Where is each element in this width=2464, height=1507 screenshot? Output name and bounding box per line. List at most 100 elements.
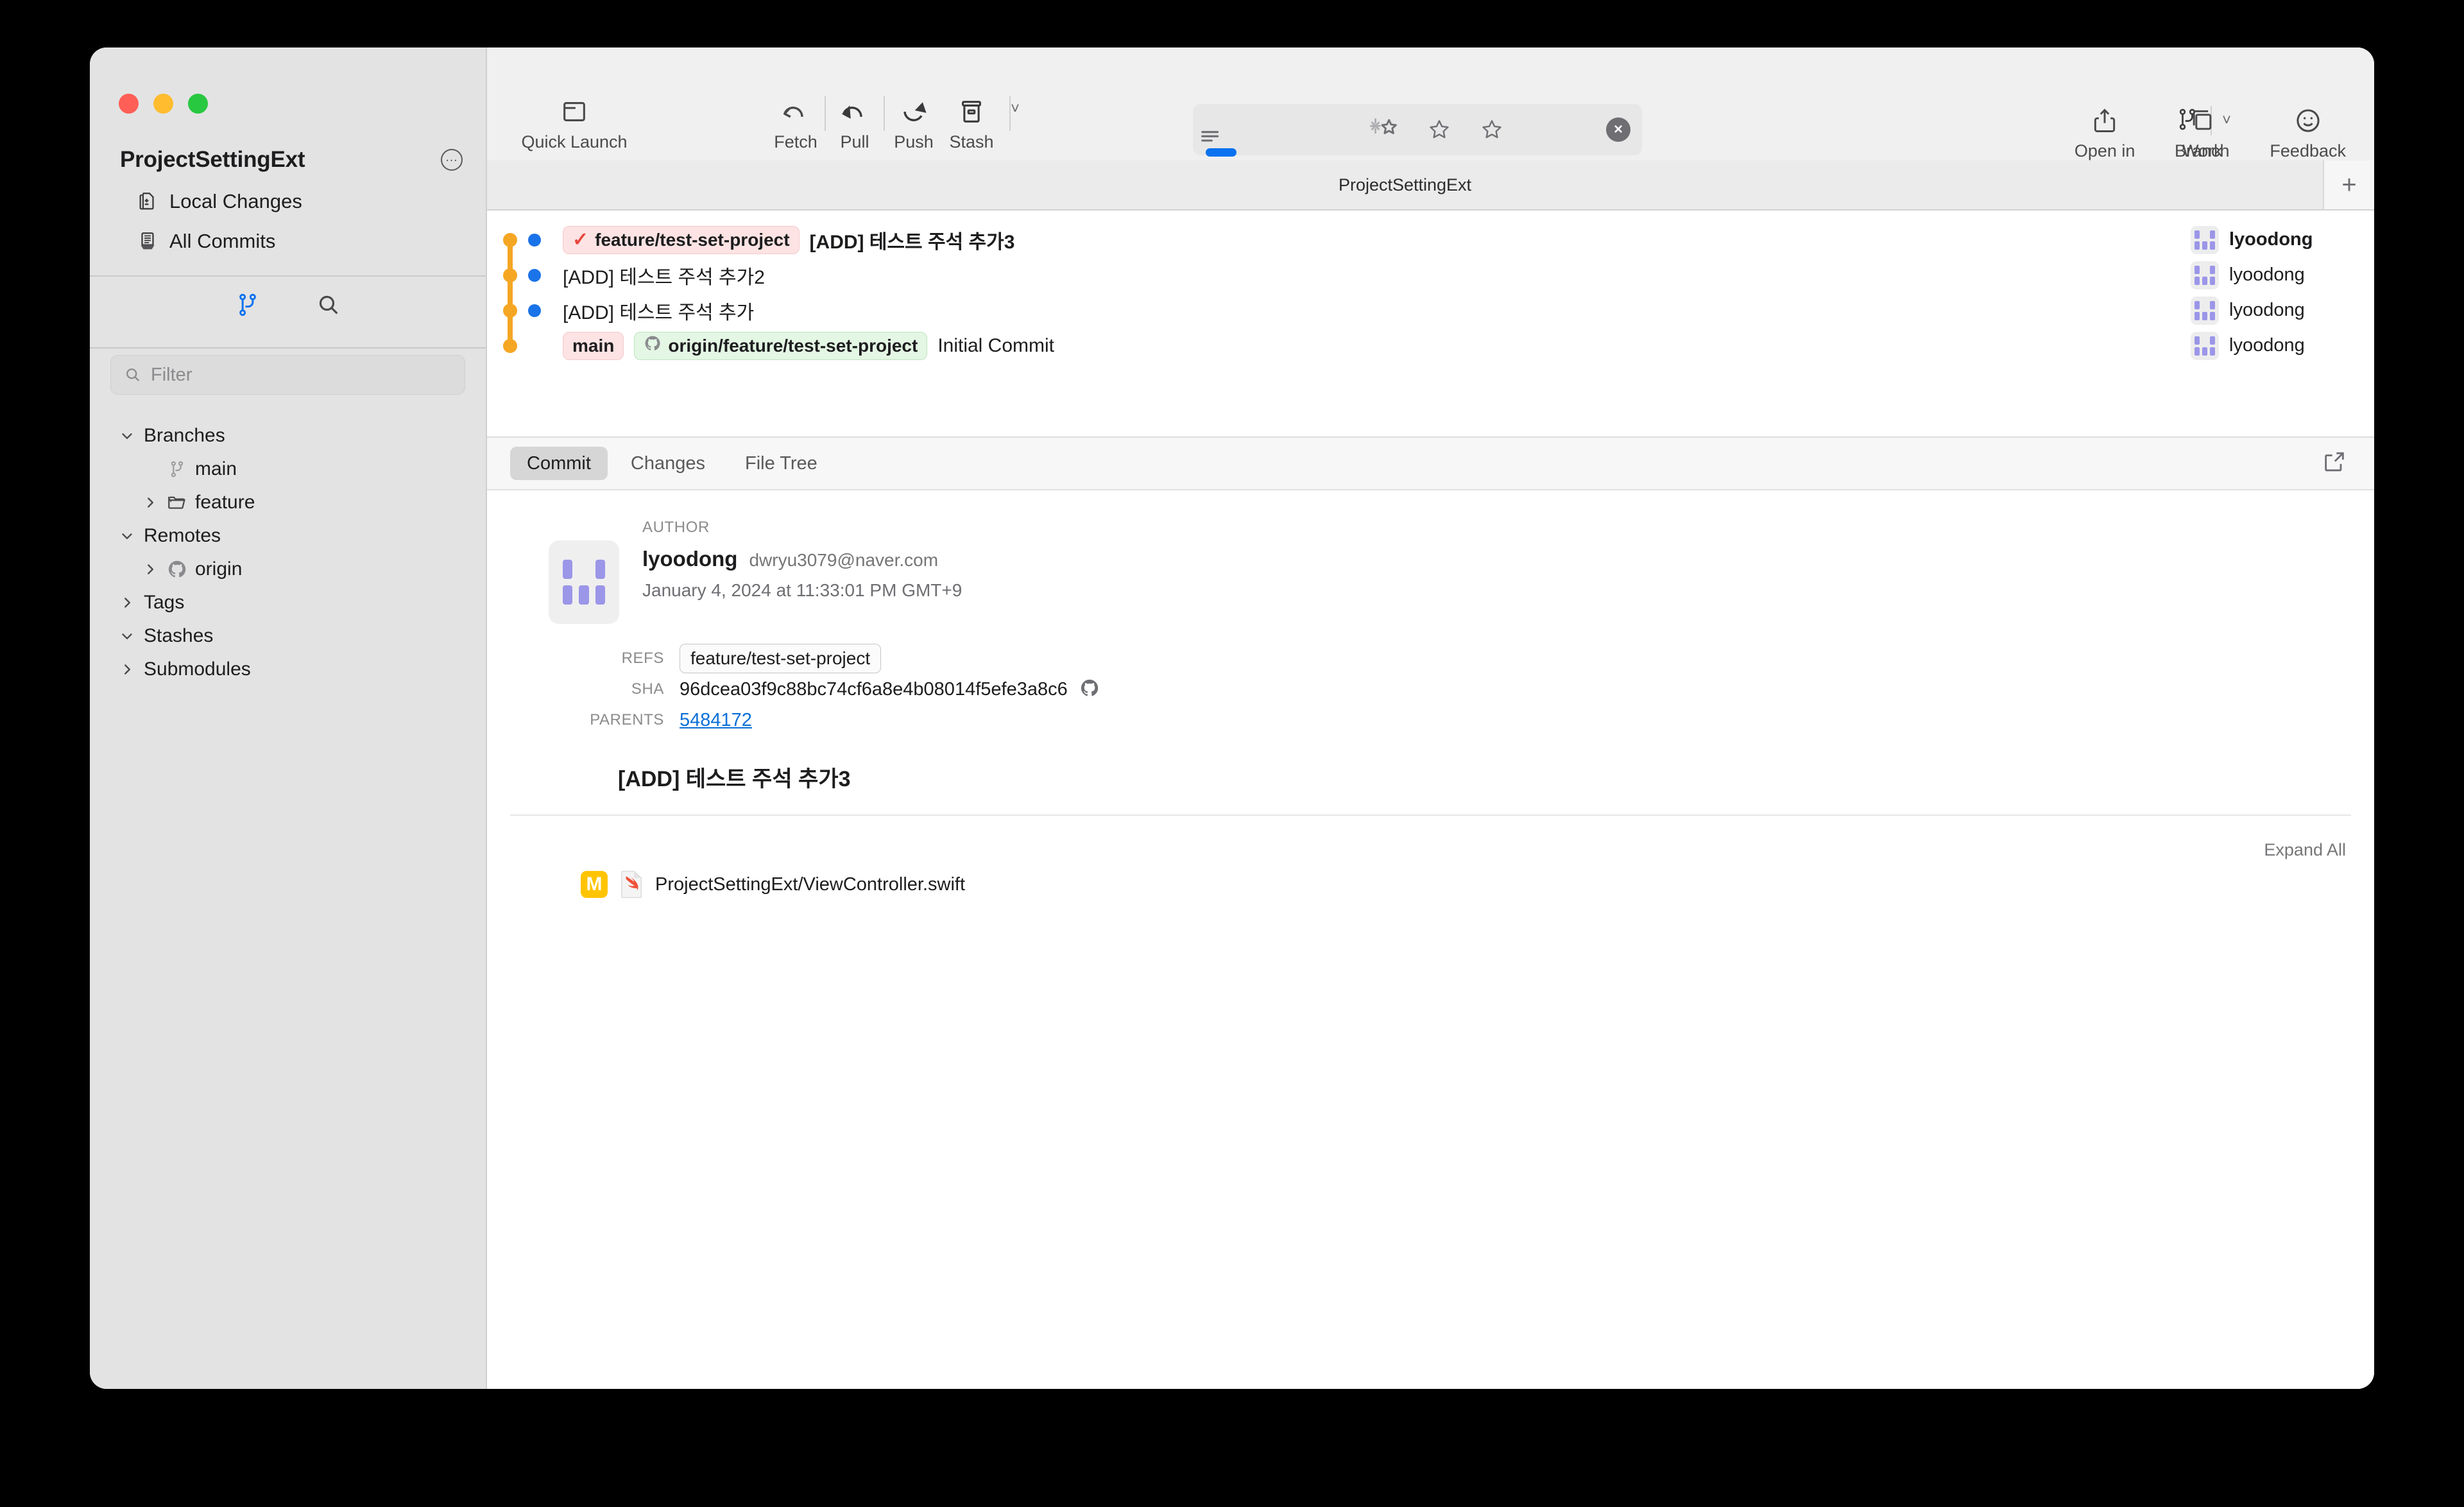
ref-badge[interactable]: ✓ feature/test-set-project <box>563 225 800 254</box>
filter-placeholder: Filter <box>151 364 193 385</box>
swift-file-icon <box>619 870 644 899</box>
expand-all-button[interactable]: Expand All <box>2264 840 2346 860</box>
close-button[interactable] <box>119 94 139 114</box>
tab-file-tree[interactable]: File Tree <box>728 447 834 480</box>
push-arrow-icon <box>897 95 930 128</box>
commit-meta: REFS feature/test-set-project SHA 96dcea… <box>487 643 2374 736</box>
tree-item-submodules[interactable]: Submodules <box>90 653 486 686</box>
ref-chip[interactable]: feature/test-set-project <box>680 644 882 673</box>
parent-link[interactable]: 5484172 <box>680 710 752 731</box>
chevron-right-icon[interactable] <box>137 561 163 578</box>
avatar <box>2191 225 2219 254</box>
minimize-button[interactable] <box>153 94 173 114</box>
detail-tab-bar: Commit Changes File Tree <box>487 436 2374 490</box>
tab-project[interactable]: ProjectSettingExt <box>487 160 2324 209</box>
search-mode-button[interactable] <box>313 289 344 320</box>
chevron-down-icon[interactable] <box>114 628 140 644</box>
file-row[interactable]: M ProjectSettingExt/ViewController.swift <box>487 840 2374 899</box>
tree-item-feature[interactable]: feature <box>90 486 486 519</box>
open-external-icon[interactable] <box>2322 449 2347 478</box>
filter-input[interactable]: Filter <box>110 355 465 395</box>
tree-item-tags[interactable]: Tags <box>90 586 486 619</box>
commit-graph-list: ✓ feature/test-set-project [ADD] 테스트 주석 추가… <box>487 211 2374 436</box>
commit-message-cell: [ADD] 테스트 주석 추가 <box>563 302 755 323</box>
avatar <box>2191 296 2219 325</box>
chevron-down-icon[interactable] <box>114 427 140 444</box>
tab-changes[interactable]: Changes <box>614 447 722 480</box>
fetch-arrow-icon <box>779 95 812 128</box>
github-icon[interactable] <box>1079 678 1100 702</box>
add-tab-button[interactable]: + <box>2324 160 2374 209</box>
fetch-button[interactable]: Fetch <box>767 95 825 152</box>
sidebar-nav: Local Changes All Commits <box>90 173 486 261</box>
commit-message-cell: Initial Commit <box>937 334 1055 356</box>
commit-message-cell: [ADD] 테스트 주석 추가2 <box>563 266 765 288</box>
file-list-header: Expand All M ProjectSettingExt/ViewContr… <box>487 840 2374 899</box>
quick-launch-button[interactable]: Quick Launch <box>510 95 638 152</box>
push-button[interactable]: Push <box>885 95 943 152</box>
window-controls <box>90 47 486 114</box>
branch-mode-button[interactable] <box>232 289 263 320</box>
toolbar-left-group: Quick Launch Fetch Pull Push Stash ˅ <box>487 95 1020 152</box>
graph-node <box>503 232 517 247</box>
git-branch-icon <box>163 458 191 480</box>
chevron-down-icon[interactable] <box>114 528 140 544</box>
check-icon: ✓ <box>572 229 589 250</box>
github-icon <box>163 559 191 580</box>
tree-item-remotes[interactable]: Remotes <box>90 519 486 553</box>
fetch-label: Fetch <box>774 132 817 151</box>
tree-item-main[interactable]: main <box>90 452 486 486</box>
author-caption: AUTHOR <box>642 519 710 536</box>
list-lines-icon <box>1201 129 1236 157</box>
tab-bar: ProjectSettingExt + <box>487 160 2374 211</box>
tree-item-stashes[interactable]: Stashes <box>90 619 486 653</box>
chevron-right-icon[interactable] <box>137 494 163 511</box>
feedback-label: Feedback <box>2270 141 2346 160</box>
commit-row[interactable]: main origin/feature/test-set-project Initi… <box>563 328 1054 363</box>
parents-row: PARENTS 5484172 <box>487 705 2374 736</box>
sidebar-item-all-commits[interactable]: All Commits <box>136 221 486 261</box>
stash-label: Stash <box>949 132 994 151</box>
tree-item-label: Branches <box>144 425 225 446</box>
tree-item-origin[interactable]: origin <box>90 553 486 586</box>
windows-stack-icon <box>2188 104 2216 137</box>
pull-label: Pull <box>840 132 869 151</box>
sha-value: 96dcea03f9c88bc74cf6a8e4b08014f5efe3a8c6 <box>680 678 1068 700</box>
commit-author-cell: lyoodong <box>2191 257 2305 293</box>
avatar <box>549 540 619 624</box>
feedback-button[interactable]: Feedback <box>2270 104 2346 161</box>
ref-badge[interactable]: origin/feature/test-set-project <box>634 331 928 360</box>
commit-row[interactable]: [ADD] 테스트 주석 추가2 <box>563 257 765 293</box>
work-button[interactable]: Work <box>2173 104 2231 161</box>
avatar <box>2191 331 2219 360</box>
author-name-cell: lyoodong <box>2229 335 2305 356</box>
ref-badge-label: feature/test-set-project <box>595 229 790 250</box>
open-in-button[interactable]: Open in <box>2075 104 2135 161</box>
more-options-icon[interactable]: … <box>441 149 463 171</box>
graph-node <box>503 338 517 353</box>
search-field[interactable]: × <box>1193 104 1642 157</box>
project-header: ProjectSettingExt … <box>90 114 486 173</box>
pull-button[interactable]: Pull <box>826 95 884 152</box>
chevron-down-icon[interactable]: ˅ <box>1011 95 1020 118</box>
commit-dot <box>528 268 541 282</box>
stash-button[interactable]: Stash <box>943 95 1000 152</box>
smiley-icon <box>2293 104 2323 137</box>
chevron-right-icon[interactable] <box>114 594 140 611</box>
chevron-right-icon[interactable] <box>114 661 140 678</box>
author-name-cell: lyoodong <box>2229 300 2305 320</box>
tree-item-branches[interactable]: Branches <box>90 419 486 452</box>
clear-search-icon[interactable]: × <box>1606 117 1630 142</box>
commit-row[interactable]: [ADD] 테스트 주석 추가 <box>563 293 754 328</box>
parents-label: PARENTS <box>590 711 664 728</box>
local-changes-icon <box>136 190 159 213</box>
zoom-button[interactable] <box>188 94 208 114</box>
star-icon <box>1482 120 1502 139</box>
sidebar-item-local-changes[interactable]: Local Changes <box>136 182 486 221</box>
tab-commit[interactable]: Commit <box>510 447 608 480</box>
commit-row[interactable]: ✓ feature/test-set-project [ADD] 테스트 주석 추가… <box>563 222 1014 257</box>
main-area: Quick Launch Fetch Pull Push Stash ˅ × ˅… <box>486 47 2374 1389</box>
ref-badge[interactable]: main <box>563 331 624 360</box>
toolbar: Quick Launch Fetch Pull Push Stash ˅ × ˅… <box>487 47 2374 160</box>
status-badge: M <box>581 871 608 898</box>
